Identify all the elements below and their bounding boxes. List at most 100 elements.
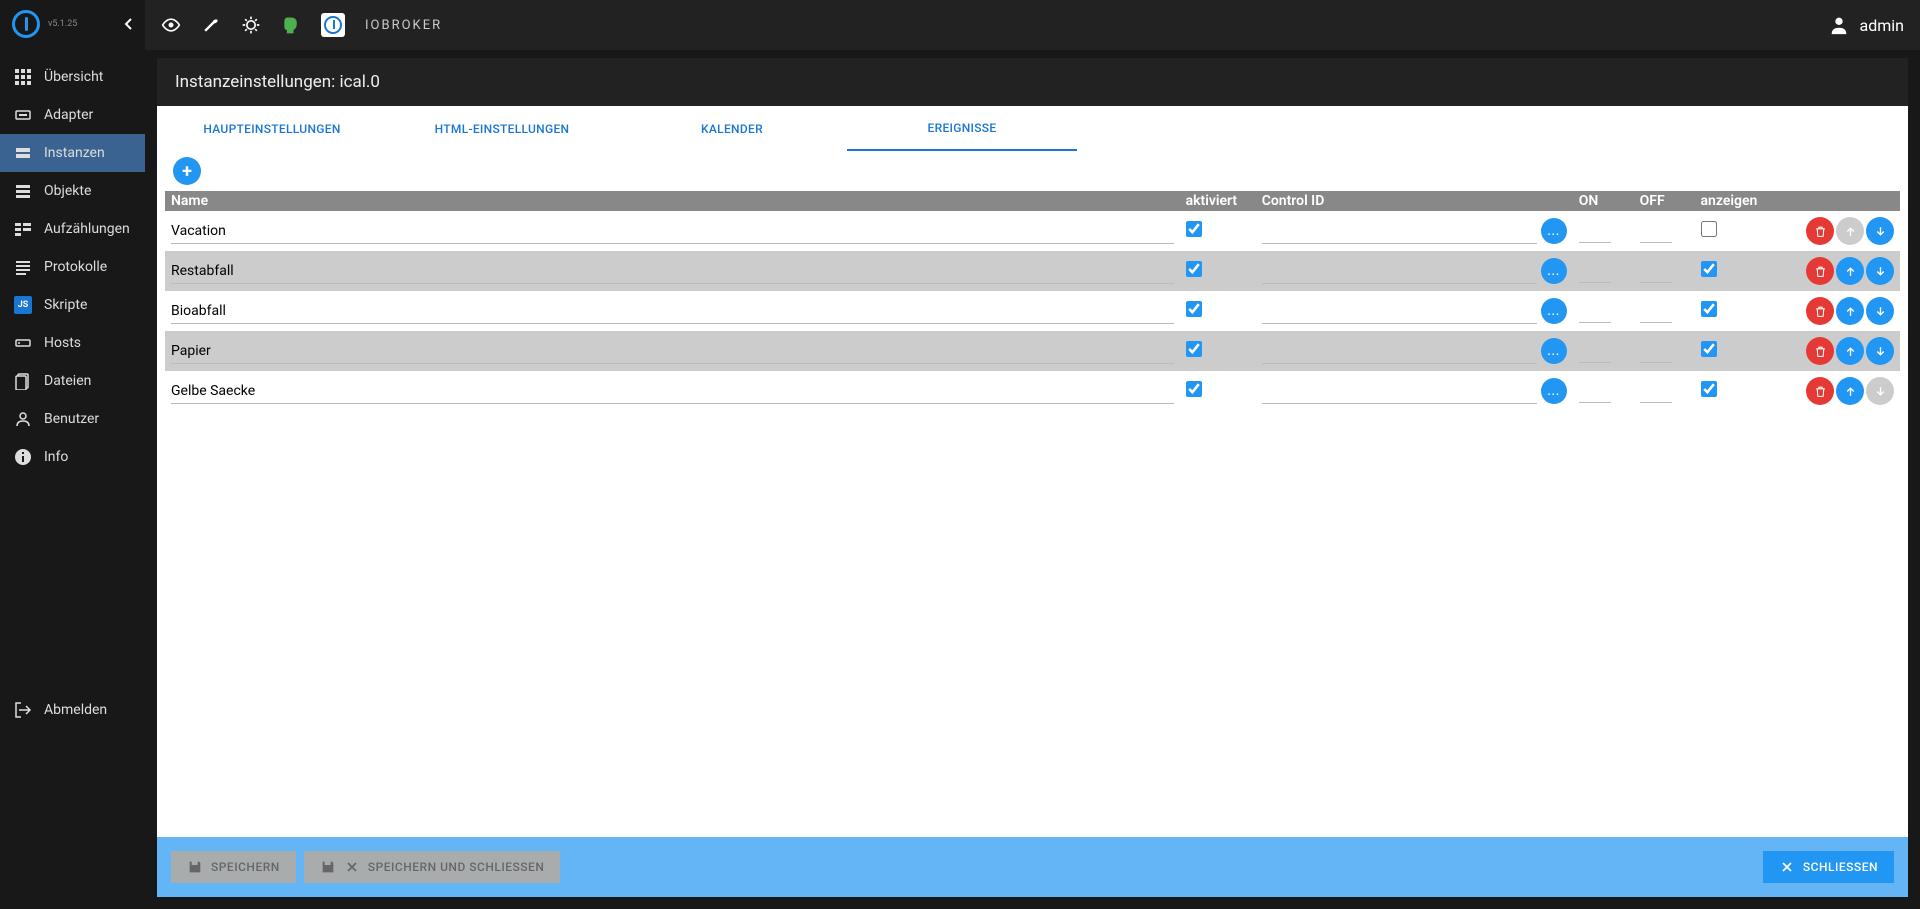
- sidebar-item-scripts[interactable]: JS Skripte: [0, 286, 145, 324]
- browse-id-button[interactable]: ...: [1541, 338, 1567, 364]
- move-up-button[interactable]: [1836, 257, 1864, 285]
- adapter-icon: [14, 106, 32, 124]
- hosts-icon: [14, 334, 32, 352]
- browse-id-button[interactable]: ...: [1541, 218, 1567, 244]
- wrench-icon[interactable]: [201, 15, 221, 35]
- col-name: Name: [165, 191, 1180, 211]
- brand-text: IOBROKER: [365, 18, 442, 33]
- sidebar-item-objects[interactable]: Objekte: [0, 172, 145, 210]
- arrow-up-icon: [1844, 265, 1857, 278]
- logout-icon: [14, 701, 32, 719]
- col-enabled: aktiviert: [1180, 191, 1256, 211]
- collapse-sidebar-icon[interactable]: [123, 17, 133, 31]
- enabled-checkbox[interactable]: [1186, 301, 1202, 317]
- on-value-input[interactable]: [1579, 339, 1611, 363]
- version-label: v5.1.25: [48, 19, 77, 29]
- tab-html-settings[interactable]: HTML-EINSTELLUNGEN: [387, 106, 617, 151]
- event-name-input[interactable]: [171, 219, 1174, 244]
- arrow-up-icon: [1844, 345, 1857, 358]
- delete-button[interactable]: [1806, 337, 1834, 365]
- trash-icon: [1814, 265, 1827, 278]
- browse-id-button[interactable]: ...: [1541, 258, 1567, 284]
- sidebar-item-info[interactable]: Info: [0, 438, 145, 476]
- sidebar-item-overview[interactable]: Übersicht: [0, 58, 145, 96]
- event-name-input[interactable]: [171, 339, 1174, 364]
- on-value-input[interactable]: [1579, 259, 1611, 283]
- sidebar-item-label: Adapter: [44, 107, 93, 123]
- sidebar-item-hosts[interactable]: Hosts: [0, 324, 145, 362]
- sidebar-item-logs[interactable]: Protokolle: [0, 248, 145, 286]
- arrow-up-icon: [1844, 225, 1857, 238]
- enabled-checkbox[interactable]: [1186, 381, 1202, 397]
- control-id-input[interactable]: [1262, 259, 1537, 284]
- off-value-input[interactable]: [1640, 259, 1672, 283]
- control-id-input[interactable]: [1262, 299, 1537, 324]
- save-button[interactable]: SPEICHERN: [171, 851, 296, 883]
- trash-icon: [1814, 305, 1827, 318]
- display-checkbox[interactable]: [1701, 221, 1717, 237]
- table-row: ...: [165, 331, 1900, 371]
- arrow-down-icon: [1874, 385, 1887, 398]
- sidebar-item-label: Protokolle: [44, 259, 107, 275]
- move-down-button[interactable]: [1866, 217, 1894, 245]
- display-checkbox[interactable]: [1701, 261, 1717, 277]
- off-value-input[interactable]: [1640, 299, 1672, 323]
- move-up-button[interactable]: [1836, 297, 1864, 325]
- sidebar-item-label: Abmelden: [44, 702, 107, 718]
- event-name-input[interactable]: [171, 259, 1174, 284]
- delete-button[interactable]: [1806, 297, 1834, 325]
- on-value-input[interactable]: [1579, 379, 1611, 403]
- control-id-input[interactable]: [1262, 379, 1537, 404]
- enabled-checkbox[interactable]: [1186, 341, 1202, 357]
- browse-id-button[interactable]: ...: [1541, 378, 1567, 404]
- sidebar-item-adapter[interactable]: Adapter: [0, 96, 145, 134]
- enabled-checkbox[interactable]: [1186, 261, 1202, 277]
- control-id-input[interactable]: [1262, 219, 1537, 244]
- move-down-button[interactable]: [1866, 297, 1894, 325]
- add-event-button[interactable]: +: [173, 157, 201, 185]
- delete-button[interactable]: [1806, 257, 1834, 285]
- event-name-input[interactable]: [171, 299, 1174, 324]
- move-down-button[interactable]: [1866, 257, 1894, 285]
- arrow-up-icon: [1844, 305, 1857, 318]
- sidebar-item-instances[interactable]: Instanzen: [0, 134, 145, 172]
- brightness-icon[interactable]: [241, 15, 261, 35]
- sidebar-item-enums[interactable]: Aufzählungen: [0, 210, 145, 248]
- move-down-button[interactable]: [1866, 337, 1894, 365]
- enabled-checkbox[interactable]: [1186, 221, 1202, 237]
- off-value-input[interactable]: [1640, 219, 1672, 243]
- move-up-button[interactable]: [1836, 337, 1864, 365]
- tab-main-settings[interactable]: HAUPTEINSTELLUNGEN: [157, 106, 387, 151]
- instances-icon: [14, 144, 32, 162]
- close-button[interactable]: SCHLIESSEN: [1763, 851, 1894, 883]
- tab-calendar[interactable]: KALENDER: [617, 106, 847, 151]
- sidebar-item-label: Hosts: [44, 335, 81, 351]
- display-checkbox[interactable]: [1701, 341, 1717, 357]
- delete-button[interactable]: [1806, 377, 1834, 405]
- browse-id-button[interactable]: ...: [1541, 298, 1567, 324]
- user-label: admin: [1860, 16, 1904, 35]
- control-id-input[interactable]: [1262, 339, 1537, 364]
- sidebar-item-logout[interactable]: Abmelden: [0, 691, 145, 729]
- on-value-input[interactable]: [1579, 299, 1611, 323]
- head-icon[interactable]: [281, 15, 301, 35]
- event-name-input[interactable]: [171, 379, 1174, 404]
- off-value-input[interactable]: [1640, 379, 1672, 403]
- display-checkbox[interactable]: [1701, 381, 1717, 397]
- off-value-input[interactable]: [1640, 339, 1672, 363]
- visibility-icon[interactable]: [161, 15, 181, 35]
- save-close-button[interactable]: SPEICHERN UND SCHLIESSEN: [304, 851, 561, 883]
- page-title: Instanzeinstellungen: ical.0: [157, 58, 1908, 106]
- table-area: + Name aktiviert Control ID ON OFF anzei…: [157, 151, 1908, 837]
- save-button-label: SPEICHERN: [211, 860, 280, 874]
- close-button-label: SCHLIESSEN: [1803, 860, 1878, 874]
- tab-events[interactable]: EREIGNISSE: [847, 106, 1077, 151]
- sidebar-item-files[interactable]: Dateien: [0, 362, 145, 400]
- delete-button[interactable]: [1806, 217, 1834, 245]
- topbar: IOBROKER admin: [145, 0, 1920, 50]
- user-section[interactable]: admin: [1828, 14, 1904, 36]
- display-checkbox[interactable]: [1701, 301, 1717, 317]
- move-up-button[interactable]: [1836, 377, 1864, 405]
- sidebar-item-users[interactable]: Benutzer: [0, 400, 145, 438]
- on-value-input[interactable]: [1579, 219, 1611, 243]
